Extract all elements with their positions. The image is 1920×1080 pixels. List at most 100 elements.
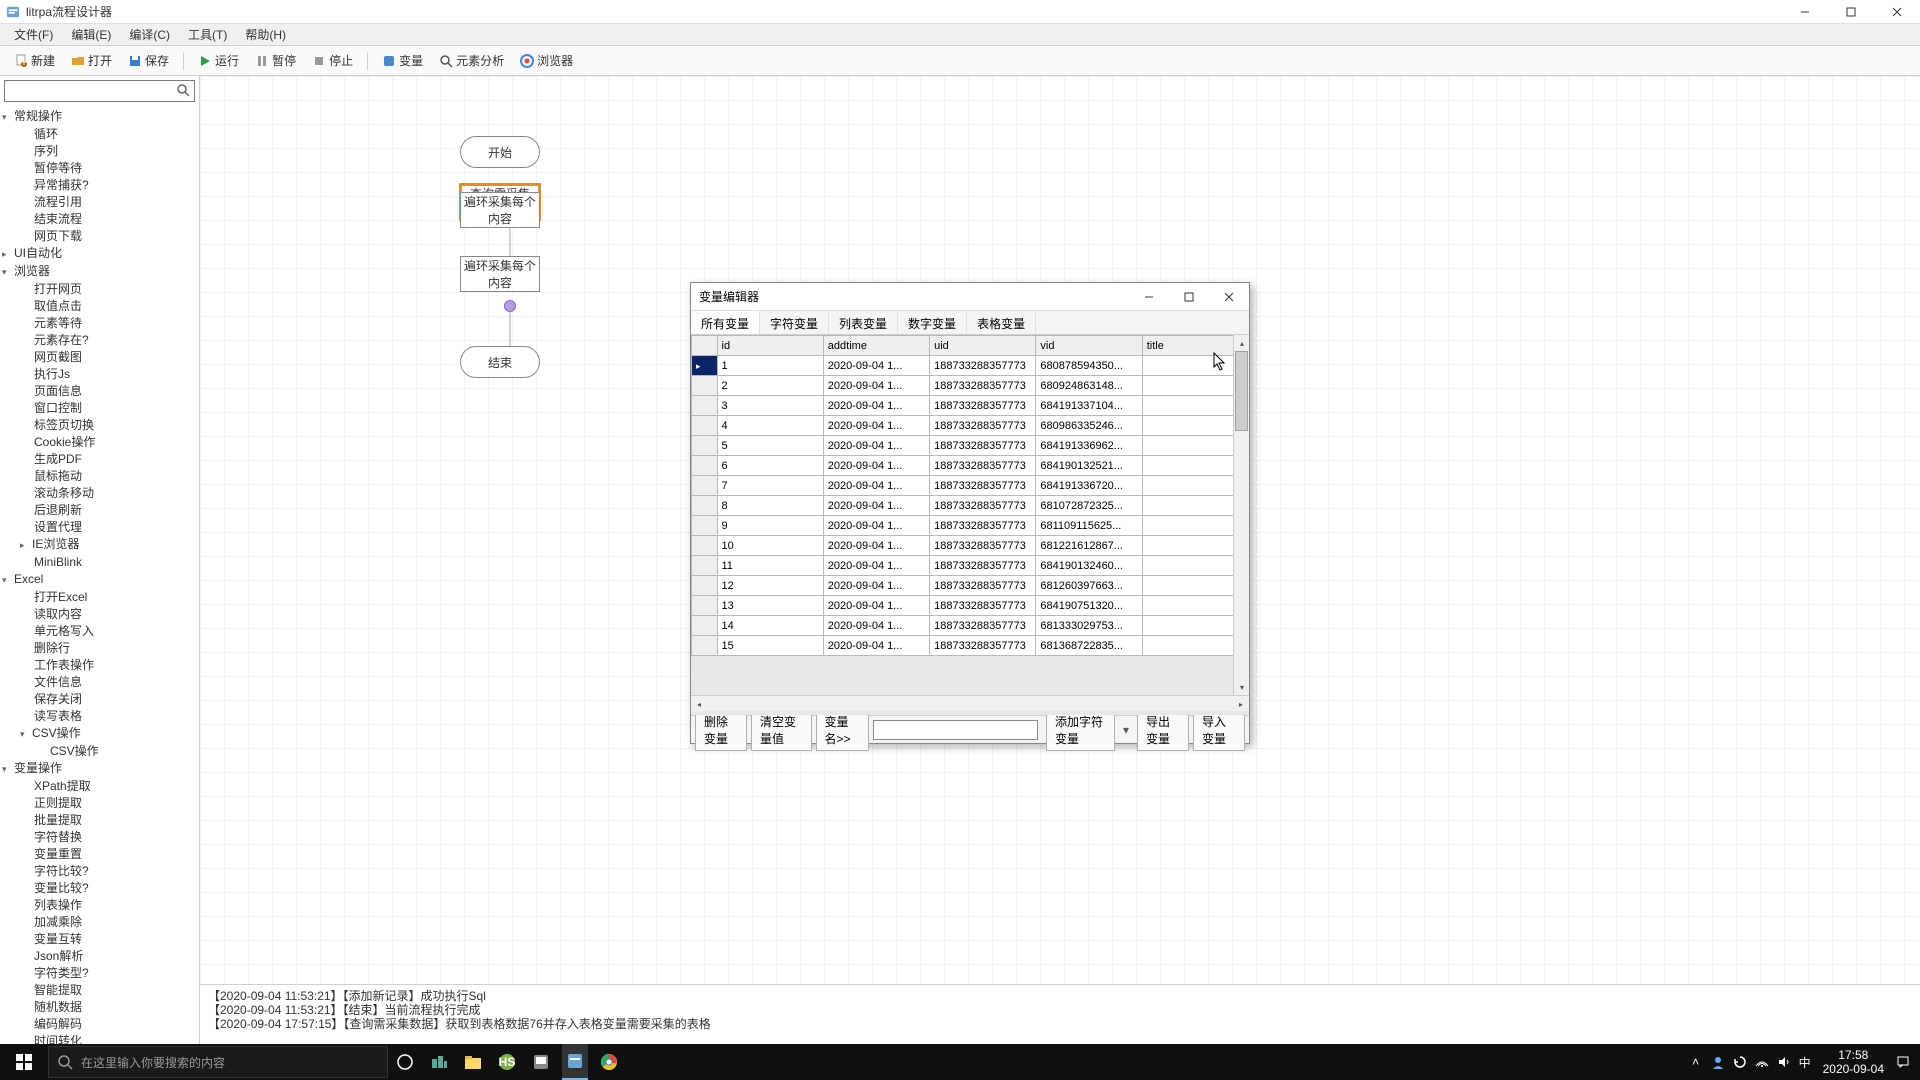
tree-item[interactable]: 智能提取: [0, 982, 199, 999]
tree-item[interactable]: 网页截图: [0, 349, 199, 366]
tree-item[interactable]: 元素存在?: [0, 332, 199, 349]
var-name-input[interactable]: [873, 720, 1038, 740]
tray-people-icon[interactable]: [1707, 1044, 1729, 1080]
toolbar-var-button[interactable]: 变量: [376, 49, 429, 72]
menu-file[interactable]: 文件(F): [6, 24, 61, 45]
tree-item[interactable]: 异常捕获?: [0, 177, 199, 194]
tree-item[interactable]: ▾变量操作: [0, 760, 199, 778]
table-row[interactable]: 52020-09-04 1...188733288357773684191336…: [692, 436, 1249, 456]
tray-network-icon[interactable]: [1751, 1044, 1773, 1080]
scroll-left-arrow[interactable]: ◂: [691, 696, 707, 712]
toolbar-analyze-button[interactable]: 元素分析: [433, 49, 510, 72]
tree-item[interactable]: 工作表操作: [0, 657, 199, 674]
tree-item[interactable]: ▸IE浏览器: [0, 536, 199, 554]
tree-item[interactable]: 后退刷新: [0, 502, 199, 519]
tree-item[interactable]: MiniBlink: [0, 554, 199, 571]
tree-item[interactable]: 打开Excel: [0, 589, 199, 606]
tree-item[interactable]: 循环: [0, 126, 199, 143]
tree-item[interactable]: 窗口控制: [0, 400, 199, 417]
toolbar-browser-button[interactable]: 浏览器: [514, 49, 579, 72]
tree-item[interactable]: ▸UI自动化: [0, 245, 199, 263]
start-button[interactable]: [0, 1044, 48, 1080]
tree-item[interactable]: 时间转化: [0, 1033, 199, 1044]
tree-item[interactable]: 随机数据: [0, 999, 199, 1016]
dialog-tab[interactable]: 字符变量: [760, 311, 829, 334]
table-row[interactable]: 152020-09-04 1...18873328835777368136872…: [692, 636, 1249, 656]
dialog-tab[interactable]: 数字变量: [898, 311, 967, 334]
toolbar-new-button[interactable]: +新建: [8, 49, 61, 72]
tree-item[interactable]: 正则提取: [0, 795, 199, 812]
tree-item[interactable]: 设置代理: [0, 519, 199, 536]
tree-item[interactable]: 取值点击: [0, 298, 199, 315]
tree-item[interactable]: 批量提取: [0, 812, 199, 829]
tree-item[interactable]: 网页下载: [0, 228, 199, 245]
tree-item[interactable]: ▾CSV操作: [0, 725, 199, 743]
table-row[interactable]: 32020-09-04 1...188733288357773684191337…: [692, 396, 1249, 416]
tree-item[interactable]: ▾浏览器: [0, 263, 199, 281]
flow-node-end[interactable]: 结束: [460, 346, 540, 378]
tray-notifications-icon[interactable]: [1892, 1044, 1914, 1080]
table-row[interactable]: 132020-09-04 1...18873328835777368419075…: [692, 596, 1249, 616]
tree-item[interactable]: 加减乘除: [0, 914, 199, 931]
tree-item[interactable]: 滚动条移动: [0, 485, 199, 502]
task-view-button[interactable]: [392, 1044, 418, 1080]
tree-item[interactable]: 变量互转: [0, 931, 199, 948]
toolbar-stop-button[interactable]: 停止: [306, 49, 359, 72]
scroll-down-arrow[interactable]: ▾: [1234, 679, 1249, 695]
tree-item[interactable]: 文件信息: [0, 674, 199, 691]
toolbar-open-button[interactable]: 打开: [65, 49, 118, 72]
taskbar-explorer[interactable]: [460, 1044, 486, 1080]
table-row[interactable]: 12020-09-04 1...188733288357773680878594…: [692, 356, 1249, 376]
tree-item[interactable]: 字符替换: [0, 829, 199, 846]
dialog-titlebar[interactable]: 变量编辑器: [691, 283, 1249, 311]
scroll-right-arrow[interactable]: ▸: [1233, 696, 1249, 712]
tree-item[interactable]: 编码解码: [0, 1016, 199, 1033]
tree-item[interactable]: 流程引用: [0, 194, 199, 211]
col-header-vid[interactable]: vid: [1036, 336, 1142, 356]
table-row[interactable]: 102020-09-04 1...18873328835777368122161…: [692, 536, 1249, 556]
dialog-close-button[interactable]: [1209, 283, 1249, 311]
col-header-id[interactable]: id: [717, 336, 823, 356]
tree-item[interactable]: 序列: [0, 143, 199, 160]
table-row[interactable]: 42020-09-04 1...188733288357773680986335…: [692, 416, 1249, 436]
tree-item[interactable]: 页面信息: [0, 383, 199, 400]
tree-item[interactable]: 元素等待: [0, 315, 199, 332]
sidebar-search[interactable]: [4, 80, 195, 102]
dialog-maximize-button[interactable]: [1169, 283, 1209, 311]
tree-item[interactable]: 列表操作: [0, 897, 199, 914]
flow-node-loop1[interactable]: 遍环采集每个内容: [460, 192, 540, 228]
flow-port[interactable]: [504, 300, 516, 312]
tree-item[interactable]: Json解析: [0, 948, 199, 965]
window-maximize-button[interactable]: [1828, 0, 1874, 24]
sidebar-tree[interactable]: ▾常规操作循环序列暂停等待异常捕获?流程引用结束流程网页下载▸UI自动化▾浏览器…: [0, 106, 199, 1044]
taskbar-app-1[interactable]: [426, 1044, 452, 1080]
table-row[interactable]: 22020-09-04 1...188733288357773680924863…: [692, 376, 1249, 396]
toolbar-run-button[interactable]: 运行: [192, 49, 245, 72]
table-row[interactable]: 72020-09-04 1...188733288357773684191336…: [692, 476, 1249, 496]
tray-chevron-icon[interactable]: ˄: [1685, 1044, 1707, 1080]
tree-item[interactable]: XPath提取: [0, 778, 199, 795]
menu-compile[interactable]: 编译(C): [121, 24, 178, 45]
tree-item[interactable]: 字符比较?: [0, 863, 199, 880]
tray-clock[interactable]: 17:58 2020-09-04: [1815, 1048, 1892, 1076]
table-row[interactable]: 82020-09-04 1...188733288357773681072872…: [692, 496, 1249, 516]
tree-item[interactable]: 字符类型?: [0, 965, 199, 982]
tray-sync-icon[interactable]: [1729, 1044, 1751, 1080]
dialog-tab[interactable]: 所有变量: [691, 311, 760, 334]
tree-item[interactable]: 打开网页: [0, 281, 199, 298]
toolbar-save-button[interactable]: 保存: [122, 49, 175, 72]
tray-ime[interactable]: 中: [1795, 1054, 1815, 1071]
data-table[interactable]: idaddtimeuidvidtitle12020-09-04 1...1887…: [691, 335, 1249, 656]
scroll-thumb[interactable]: [1235, 351, 1248, 431]
toolbar-pause-button[interactable]: 暂停: [249, 49, 302, 72]
tree-item[interactable]: CSV操作: [0, 743, 199, 760]
table-row[interactable]: 122020-09-04 1...18873328835777368126039…: [692, 576, 1249, 596]
horizontal-scrollbar[interactable]: ◂ ▸: [691, 695, 1249, 711]
scroll-up-arrow[interactable]: ▴: [1234, 335, 1249, 351]
tree-item[interactable]: 执行Js: [0, 366, 199, 383]
table-row[interactable]: 92020-09-04 1...188733288357773681109115…: [692, 516, 1249, 536]
taskbar-search[interactable]: 在这里输入你要搜索的内容: [48, 1046, 388, 1078]
window-close-button[interactable]: [1874, 0, 1920, 24]
tray-volume-icon[interactable]: [1773, 1044, 1795, 1080]
flow-node-start[interactable]: 开始: [460, 136, 540, 168]
